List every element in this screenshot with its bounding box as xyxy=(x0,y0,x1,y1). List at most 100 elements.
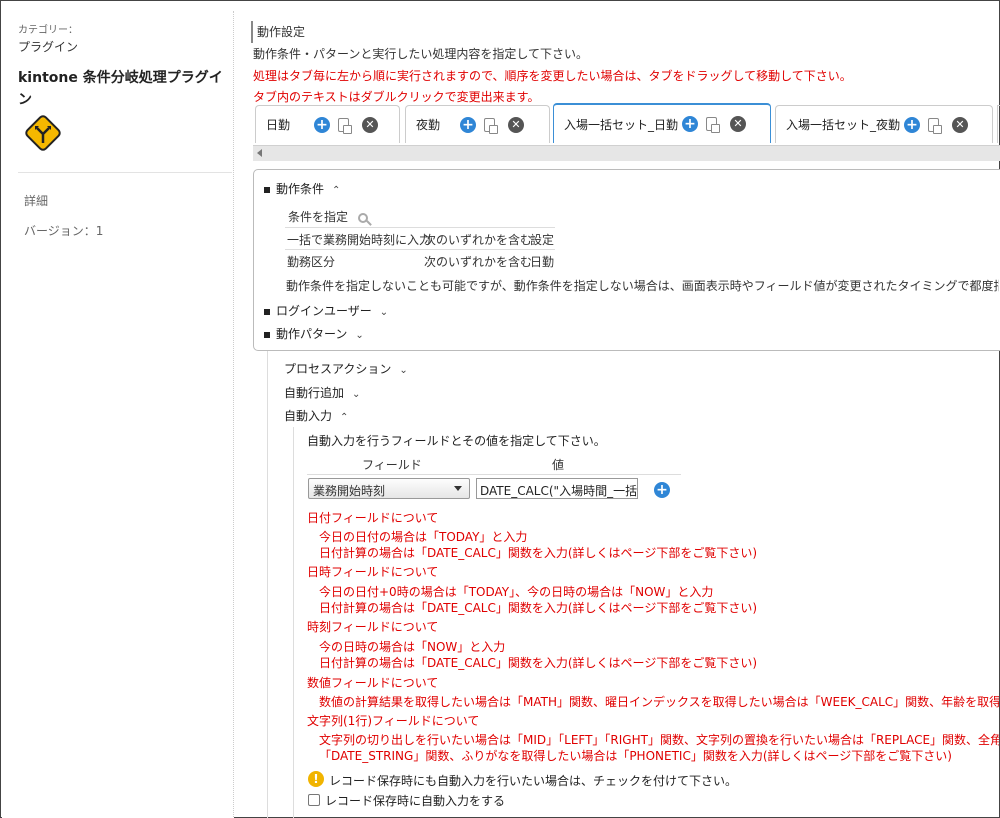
specify-label: 条件を指定 xyxy=(288,210,349,224)
copy-icon[interactable] xyxy=(706,117,720,133)
version-text: バージョン：1 xyxy=(24,224,104,238)
drag-instruction: 処理はタブ毎に左から順に実行されますので、順序を変更したい場合は、タブをドラッグ… xyxy=(253,69,852,83)
chevron-down-icon: ⌄ xyxy=(399,365,408,376)
page-title: 動作設定 xyxy=(257,25,306,39)
plugin-title: kintone 条件分岐処理プラグイン xyxy=(18,70,223,108)
section-title: 動作条件 xyxy=(276,182,325,196)
conditions-note: 動作条件を指定しないことも可能ですが、動作条件を指定しない場合は、画面表示時やフ… xyxy=(286,279,999,293)
note-line: 文字列の切り出しを行いたい場合は「MID」「LEFT」「RIGHT」関数、文字列… xyxy=(319,733,999,747)
note-line: 今日の日付の場合は「TODAY」と入力 xyxy=(319,530,528,544)
note-title: 日付フィールドについて xyxy=(307,511,439,525)
divider xyxy=(307,474,681,475)
detail-link[interactable]: 詳細 xyxy=(24,192,48,209)
chevron-up-icon: ⌃ xyxy=(340,412,349,423)
save-autoinput-hint: レコード保存時にも自動入力を行いたい場合は、チェックを付けて下さい。 xyxy=(329,774,738,788)
section-conditions[interactable]: 動作条件 ⌃ xyxy=(264,180,340,197)
close-circle-icon[interactable]: ✕ xyxy=(508,117,524,133)
sidebar-border xyxy=(233,11,234,818)
tree-line xyxy=(293,427,294,818)
value-input[interactable]: DATE_CALC("入場時間_一括",' xyxy=(476,478,638,499)
bullet-square-icon xyxy=(264,186,270,193)
plus-circle-icon[interactable]: + xyxy=(682,116,698,132)
category-value: プラグイン xyxy=(18,40,79,54)
warning-icon: ! xyxy=(308,771,324,787)
section-action-pattern[interactable]: 動作パターン ⌄ xyxy=(264,325,364,342)
condition-value: 日勤 xyxy=(530,255,555,269)
chevron-down-icon: ⌄ xyxy=(355,330,364,341)
close-circle-icon[interactable]: ✕ xyxy=(362,117,378,133)
sidebar-divider xyxy=(18,172,232,173)
scroll-left-icon[interactable] xyxy=(257,149,262,157)
chevron-up-icon: ⌃ xyxy=(332,185,341,196)
condition-field: 一括で業務開始時刻に入力 xyxy=(287,233,432,247)
auto-input-description: 自動入力を行うフィールドとその値を指定して下さい。 xyxy=(307,434,606,448)
note-line: 今日の日付+0時の場合は「TODAY」、今の日時の場合は「NOW」と入力 xyxy=(319,585,714,599)
note-line: 数値の計算結果を取得したい場合は「MATH」関数、曜日インデックスを取得したい場… xyxy=(319,695,999,709)
tree-line xyxy=(267,351,268,818)
select-value: 業務開始時刻 xyxy=(313,484,386,498)
note-title: 数値フィールドについて xyxy=(307,676,439,690)
auto-row-add-toggle[interactable]: 自動行追加 ⌄ xyxy=(284,384,360,401)
tab-night-shift[interactable]: 夜勤 + ✕ xyxy=(405,105,550,143)
tab-day-shift[interactable]: 日勤 + ✕ xyxy=(255,105,400,143)
plus-circle-icon[interactable]: + xyxy=(904,117,920,133)
condition-field: 勤務区分 xyxy=(287,255,336,269)
dropdown-arrow-icon xyxy=(454,486,462,491)
note-line: 日付計算の場合は「DATE_CALC」関数を入力(詳しくはページ下部をご覧下さい… xyxy=(319,601,757,615)
note-title: 文字列(1行)フィールドについて xyxy=(307,714,480,728)
chevron-down-icon: ⌄ xyxy=(352,389,361,400)
close-circle-icon[interactable]: ✕ xyxy=(952,117,968,133)
save-autoinput-label[interactable]: レコード保存時に自動入力をする xyxy=(325,792,505,809)
auto-input-toggle[interactable]: 自動入力 ⌃ xyxy=(284,407,348,424)
section-title: ログインユーザー xyxy=(276,304,372,318)
tab-label: 入場一括セット_日勤 xyxy=(564,117,679,132)
toggle-label: 自動行追加 xyxy=(284,386,345,400)
note-line: 今の日時の場合は「NOW」と入力 xyxy=(319,640,506,654)
bullet-square-icon xyxy=(264,308,270,315)
process-action-toggle[interactable]: プロセスアクション ⌄ xyxy=(284,360,408,377)
tab-bar: 日勤 + ✕ 夜勤 + ✕ 入場一括セット_日勤 + ✕ 入場一括セット_夜勤 … xyxy=(253,103,1000,143)
note-title: 時刻フィールドについて xyxy=(307,620,439,634)
heading-bar xyxy=(251,21,253,43)
search-icon[interactable] xyxy=(358,212,369,223)
column-header-field: フィールド xyxy=(362,458,422,472)
plus-circle-icon[interactable]: + xyxy=(314,117,330,133)
condition-value: 設定 xyxy=(530,233,555,247)
field-select[interactable]: 業務開始時刻 xyxy=(308,478,470,499)
note-line: 日付計算の場合は「DATE_CALC」関数を入力(詳しくはページ下部をご覧下さい… xyxy=(319,656,757,670)
plugin-logo-icon xyxy=(25,115,61,151)
note-line: 日付計算の場合は「DATE_CALC」関数を入力(詳しくはページ下部をご覧下さい… xyxy=(319,546,757,560)
condition-operator: 次のいずれかを含む xyxy=(424,233,533,247)
add-row-plus-icon[interactable]: + xyxy=(654,482,670,498)
divider xyxy=(285,227,555,228)
copy-icon[interactable] xyxy=(928,118,942,134)
horizontal-scrollbar[interactable] xyxy=(253,145,1000,161)
close-circle-icon[interactable]: ✕ xyxy=(730,116,746,132)
tab-entry-bulk-day[interactable]: 入場一括セット_日勤 + ✕ xyxy=(553,103,771,143)
column-header-value: 値 xyxy=(552,458,565,472)
specify-condition[interactable]: 条件を指定 xyxy=(288,208,369,225)
description-text: 動作条件・パターンと実行したい処理内容を指定して下さい。 xyxy=(253,47,589,61)
tab-label: 日勤 xyxy=(266,118,291,132)
chevron-down-icon: ⌄ xyxy=(379,307,389,318)
tab-label: 入場一括セット_夜勤 xyxy=(786,118,901,132)
category-label: カテゴリー： xyxy=(18,25,78,36)
toggle-label: 自動入力 xyxy=(284,409,333,423)
tab-label: 夜勤 xyxy=(416,118,441,132)
toggle-label: プロセスアクション xyxy=(284,362,392,376)
save-autoinput-checkbox[interactable] xyxy=(308,794,320,806)
sidebar: カテゴリー： プラグイン kintone 条件分岐処理プラグイン 詳細 バージョ… xyxy=(2,2,234,818)
tab-entry-bulk-night[interactable]: 入場一括セット_夜勤 + ✕ xyxy=(775,105,993,143)
conditions-panel xyxy=(253,169,1000,351)
note-line: 「DATE_STRING」関数、ふりがなを取得したい場合は「PHONETIC」関… xyxy=(319,749,952,763)
copy-icon[interactable] xyxy=(338,118,352,134)
section-login-user[interactable]: ログインユーザー ⌄ xyxy=(264,302,388,319)
note-title: 日時フィールドについて xyxy=(307,565,439,579)
condition-operator: 次のいずれかを含む xyxy=(424,255,533,269)
bullet-square-icon xyxy=(264,331,270,338)
copy-icon[interactable] xyxy=(484,118,498,134)
section-title: 動作パターン xyxy=(276,327,348,341)
plus-circle-icon[interactable]: + xyxy=(460,117,476,133)
divider xyxy=(285,249,555,250)
rename-instruction: タブ内のテキストはダブルクリックで変更出来ます。 xyxy=(253,90,540,104)
